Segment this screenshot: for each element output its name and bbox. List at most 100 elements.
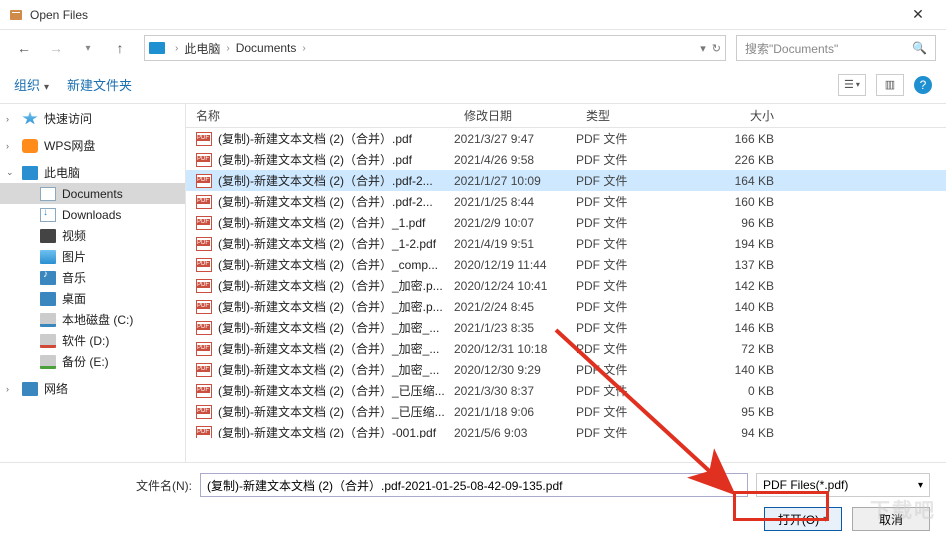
- sidebar-item-label: 软件 (D:): [62, 332, 109, 349]
- up-button[interactable]: ↑: [106, 35, 134, 61]
- help-button[interactable]: ?: [914, 76, 932, 94]
- pdf-file-icon: [196, 132, 212, 146]
- cancel-button[interactable]: 取消: [852, 507, 930, 531]
- new-folder-button[interactable]: 新建文件夹: [67, 75, 132, 94]
- table-row[interactable]: (复制)-新建文本文档 (2)（合并）_1.pdf2021/2/9 10:07P…: [186, 212, 946, 233]
- pdf-file-icon: [196, 279, 212, 293]
- drive-icon: [40, 313, 56, 327]
- document-icon: [40, 187, 56, 201]
- table-row[interactable]: (复制)-新建文本文档 (2)（合并）-001.pdf2021/5/6 9:03…: [186, 422, 946, 438]
- table-row[interactable]: (复制)-新建文本文档 (2)（合并）.pdf-2...2021/1/25 8:…: [186, 191, 946, 212]
- breadcrumb-dropdown[interactable]: ▾: [700, 42, 706, 55]
- file-type: PDF 文件: [576, 256, 684, 273]
- sidebar-item-videos[interactable]: 视频: [0, 225, 185, 246]
- breadcrumb[interactable]: › 此电脑 › Documents › ▾↻: [144, 35, 726, 61]
- pdf-file-icon: [196, 321, 212, 335]
- pdf-file-icon: [196, 258, 212, 272]
- file-type: PDF 文件: [576, 298, 684, 315]
- file-date: 2021/1/18 9:06: [454, 405, 576, 419]
- file-size: 72 KB: [684, 342, 804, 356]
- file-date: 2021/4/19 9:51: [454, 237, 576, 251]
- file-date: 2020/12/31 10:18: [454, 342, 576, 356]
- main-area: ›快速访问 ›WPS网盘 ⌄此电脑 Documents Downloads 视频…: [0, 104, 946, 462]
- toolbar: 组织▾ 新建文件夹 ☰▾ ▥ ?: [0, 66, 946, 104]
- file-name: (复制)-新建文本文档 (2)（合并）_加密_...: [218, 340, 454, 357]
- back-button[interactable]: ←: [10, 35, 38, 61]
- organize-button[interactable]: 组织▾: [14, 75, 49, 94]
- file-size: 140 KB: [684, 363, 804, 377]
- refresh-button[interactable]: ↻: [712, 42, 721, 55]
- file-rows: (复制)-新建文本文档 (2)（合并）.pdf2021/3/27 9:47PDF…: [186, 128, 946, 438]
- forward-button[interactable]: →: [42, 35, 70, 61]
- close-button[interactable]: ✕: [898, 6, 938, 23]
- file-type: PDF 文件: [576, 361, 684, 378]
- chevron-right-icon: ›: [175, 43, 178, 54]
- file-date: 2021/2/9 10:07: [454, 216, 576, 230]
- sidebar-item-drive-c[interactable]: 本地磁盘 (C:): [0, 309, 185, 330]
- sidebar-item-drive-e[interactable]: 备份 (E:): [0, 351, 185, 372]
- sidebar-item-thispc[interactable]: ⌄此电脑: [0, 162, 185, 183]
- recent-dropdown[interactable]: ▾: [74, 35, 102, 61]
- table-row[interactable]: (复制)-新建文本文档 (2)（合并）.pdf-2...2021/1/27 10…: [186, 170, 946, 191]
- file-name: (复制)-新建文本文档 (2)（合并）_已压缩...: [218, 403, 454, 420]
- sidebar-item-desktop[interactable]: 桌面: [0, 288, 185, 309]
- pdf-file-icon: [196, 174, 212, 188]
- wps-icon: [22, 139, 38, 153]
- file-name: (复制)-新建文本文档 (2)（合并）_已压缩...: [218, 382, 454, 399]
- footer: 文件名(N): PDF Files(*.pdf)▾ 打开(O)▾ 取消: [0, 462, 946, 532]
- pdf-file-icon: [196, 300, 212, 314]
- filetype-select[interactable]: PDF Files(*.pdf)▾: [756, 473, 930, 497]
- file-date: 2021/4/26 9:58: [454, 153, 576, 167]
- sidebar-item-label: 本地磁盘 (C:): [62, 311, 133, 328]
- table-row[interactable]: (复制)-新建文本文档 (2)（合并）_加密_...2020/12/30 9:2…: [186, 359, 946, 380]
- column-name[interactable]: 名称: [186, 107, 454, 124]
- table-row[interactable]: (复制)-新建文本文档 (2)（合并）_已压缩...2021/1/18 9:06…: [186, 401, 946, 422]
- file-date: 2021/2/24 8:45: [454, 300, 576, 314]
- chevron-right-icon: ›: [226, 43, 229, 54]
- column-type[interactable]: 类型: [576, 107, 684, 124]
- sidebar-item-music[interactable]: 音乐: [0, 267, 185, 288]
- breadcrumb-folder[interactable]: Documents: [236, 41, 297, 55]
- file-name: (复制)-新建文本文档 (2)（合并）.pdf-2...: [218, 193, 454, 210]
- file-name: (复制)-新建文本文档 (2)（合并）_comp...: [218, 256, 454, 273]
- sidebar-item-documents[interactable]: Documents: [0, 183, 185, 204]
- titlebar: Open Files ✕: [0, 0, 946, 30]
- view-mode-button[interactable]: ☰▾: [838, 74, 866, 96]
- file-date: 2021/5/6 9:03: [454, 426, 576, 439]
- table-row[interactable]: (复制)-新建文本文档 (2)（合并）_加密_...2020/12/31 10:…: [186, 338, 946, 359]
- preview-pane-button[interactable]: ▥: [876, 74, 904, 96]
- pdf-file-icon: [196, 195, 212, 209]
- table-row[interactable]: (复制)-新建文本文档 (2)（合并）.pdf2021/3/27 9:47PDF…: [186, 128, 946, 149]
- filename-label: 文件名(N):: [122, 477, 192, 494]
- table-row[interactable]: (复制)-新建文本文档 (2)（合并）_加密_...2021/1/23 8:35…: [186, 317, 946, 338]
- file-size: 140 KB: [684, 300, 804, 314]
- file-name: (复制)-新建文本文档 (2)（合并）.pdf: [218, 130, 454, 147]
- search-input[interactable]: 搜索"Documents" 🔍: [736, 35, 936, 61]
- drive-icon: [40, 334, 56, 348]
- table-row[interactable]: (复制)-新建文本文档 (2)（合并）.pdf2021/4/26 9:58PDF…: [186, 149, 946, 170]
- table-row[interactable]: (复制)-新建文本文档 (2)（合并）_加密.p...2020/12/24 10…: [186, 275, 946, 296]
- desktop-icon: [40, 292, 56, 306]
- sidebar-item-network[interactable]: ›网络: [0, 378, 185, 399]
- column-size[interactable]: 大小: [684, 107, 804, 124]
- table-row[interactable]: (复制)-新建文本文档 (2)（合并）_1-2.pdf2021/4/19 9:5…: [186, 233, 946, 254]
- video-icon: [40, 229, 56, 243]
- table-row[interactable]: (复制)-新建文本文档 (2)（合并）_加密.p...2021/2/24 8:4…: [186, 296, 946, 317]
- open-button[interactable]: 打开(O)▾: [764, 507, 842, 531]
- breadcrumb-root[interactable]: 此电脑: [184, 40, 220, 57]
- file-date: 2021/1/25 8:44: [454, 195, 576, 209]
- sidebar-item-label: 快速访问: [44, 110, 92, 127]
- sidebar: ›快速访问 ›WPS网盘 ⌄此电脑 Documents Downloads 视频…: [0, 104, 186, 462]
- file-name: (复制)-新建文本文档 (2)（合并）.pdf: [218, 151, 454, 168]
- sidebar-item-drive-d[interactable]: 软件 (D:): [0, 330, 185, 351]
- column-date[interactable]: 修改日期: [454, 107, 576, 124]
- table-row[interactable]: (复制)-新建文本文档 (2)（合并）_已压缩...2021/3/30 8:37…: [186, 380, 946, 401]
- sidebar-item-downloads[interactable]: Downloads: [0, 204, 185, 225]
- table-row[interactable]: (复制)-新建文本文档 (2)（合并）_comp...2020/12/19 11…: [186, 254, 946, 275]
- sidebar-item-wps[interactable]: ›WPS网盘: [0, 135, 185, 156]
- sidebar-item-pictures[interactable]: 图片: [0, 246, 185, 267]
- sidebar-item-label: 音乐: [62, 269, 86, 286]
- sidebar-item-quick[interactable]: ›快速访问: [0, 108, 185, 129]
- filename-input[interactable]: [200, 473, 748, 497]
- file-size: 142 KB: [684, 279, 804, 293]
